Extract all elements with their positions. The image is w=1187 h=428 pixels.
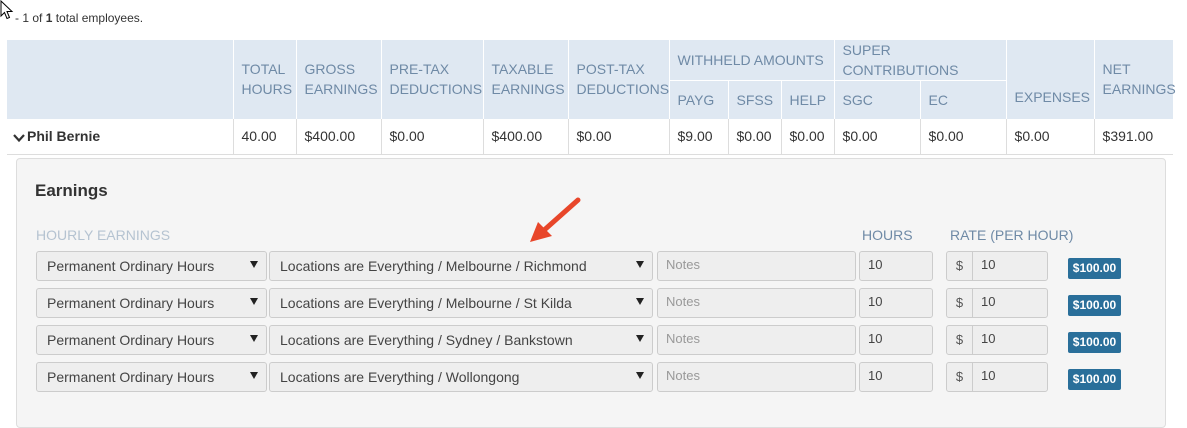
cell-pretax-deductions: $0.00 [380, 118, 483, 155]
caret-down-icon [250, 372, 258, 379]
rate-value: 10 [981, 294, 996, 309]
rate-input[interactable]: $10 [946, 362, 1048, 392]
employee-count: - 1 of 1 total employees. [15, 11, 143, 25]
currency-addon: $ [947, 326, 973, 354]
header-employee [7, 40, 233, 119]
notes-input[interactable]: Notes [657, 362, 856, 392]
currency-addon: $ [947, 363, 973, 391]
table-row: Phil Bernie 40.00 $400.00 $0.00 $400.00 … [7, 118, 1174, 155]
cell-help: $0.00 [780, 118, 835, 155]
hours-input[interactable]: 10 [859, 288, 933, 318]
hourly-earnings-label: HOURLY EARNINGS [36, 227, 171, 243]
header-total-hours: TOTAL HOURS [232, 40, 296, 119]
cell-posttax-deductions: $0.00 [567, 118, 669, 155]
red-arrow-icon [530, 197, 581, 242]
currency-addon: $ [947, 289, 973, 317]
header-group-super: SUPER CONTRIBUTIONS [833, 40, 1007, 81]
hours-input[interactable]: 10 [859, 325, 933, 355]
count-suffix: total employees. [52, 11, 144, 25]
rate-input[interactable]: $10 [946, 288, 1048, 318]
row-total-badge: $100.00 [1068, 258, 1121, 279]
location-select[interactable]: Locations are Everything / Melbourne / S… [269, 288, 653, 318]
count-prefix: - 1 of [15, 11, 46, 25]
cell-payg: $9.00 [668, 118, 728, 155]
caret-down-icon [250, 261, 258, 268]
rate-value: 10 [981, 257, 996, 272]
pay-run-summary-table: TOTAL HOURS GROSS EARNINGS PRE-TAX DEDUCTIO… [7, 40, 1176, 155]
row-total-badge: $100.00 [1068, 295, 1121, 316]
rate-value: 10 [981, 331, 996, 346]
cell-sgc: $0.00 [833, 118, 921, 155]
notes-input[interactable]: Notes [657, 251, 856, 281]
header-help: HELP [780, 80, 835, 119]
location-select[interactable]: Locations are Everything / Sydney / Bank… [269, 325, 653, 355]
caret-down-icon [636, 261, 644, 268]
rate-value: 10 [981, 368, 996, 383]
header-payg: PAYG [668, 80, 728, 119]
location-select[interactable]: Locations are Everything / Melbourne / R… [269, 251, 653, 281]
mouse-pointer-icon [0, 0, 14, 20]
chevron-down-icon [13, 133, 25, 142]
earnings-title: Earnings [35, 181, 108, 200]
caret-down-icon [636, 298, 644, 305]
earnings-row: Permanent Ordinary Hours Locations are E… [17, 251, 1167, 281]
earnings-row: Permanent Ordinary Hours Locations are E… [17, 288, 1167, 318]
cell-net-earnings: $391.00 [1093, 118, 1174, 155]
hours-input[interactable]: 10 [859, 362, 933, 392]
employee-name-toggle[interactable]: Phil Bernie [7, 118, 233, 155]
header-posttax-deductions: POST-TAX DEDUCTIONS [567, 40, 669, 119]
cell-gross-earnings: $400.00 [295, 118, 381, 155]
header-taxable-earnings: TAXABLE EARNINGS [482, 40, 568, 119]
pay-category-select[interactable]: Permanent Ordinary Hours [36, 362, 267, 392]
notes-input[interactable]: Notes [657, 325, 856, 355]
pay-category-select[interactable]: Permanent Ordinary Hours [36, 288, 267, 318]
cell-expenses: $0.00 [1005, 118, 1095, 155]
row-total-badge: $100.00 [1068, 332, 1121, 353]
currency-addon: $ [947, 252, 973, 280]
hours-input[interactable]: 10 [859, 251, 933, 281]
caret-down-icon [250, 298, 258, 305]
hours-label: HOURS [862, 227, 913, 243]
header-net-earnings: NET EARNINGS [1093, 40, 1176, 119]
pay-category-select[interactable]: Permanent Ordinary Hours [36, 251, 267, 281]
rate-input[interactable]: $10 [946, 325, 1048, 355]
caret-down-icon [636, 335, 644, 342]
earnings-row: Permanent Ordinary Hours Locations are E… [17, 362, 1167, 392]
caret-down-icon [250, 335, 258, 342]
header-expenses: EXPENSES [1005, 40, 1095, 119]
header-group-withheld: WITHHELD AMOUNTS [668, 40, 835, 81]
rate-label: RATE (PER HOUR) [950, 227, 1074, 243]
employee-name: Phil Bernie [27, 128, 101, 145]
caret-down-icon [636, 372, 644, 379]
header-sgc: SGC [833, 80, 921, 119]
header-gross-earnings: GROSS EARNINGS [295, 40, 381, 119]
header-pretax-deductions: PRE-TAX DEDUCTIONS [380, 40, 483, 119]
earnings-row: Permanent Ordinary Hours Locations are E… [17, 325, 1167, 355]
cell-sfss: $0.00 [727, 118, 781, 155]
header-ec: EC [919, 80, 1007, 119]
location-select[interactable]: Locations are Everything / Wollongong [269, 362, 653, 392]
earnings-panel: Earnings HOURLY EARNINGS HOURS RATE (PER… [16, 158, 1166, 428]
notes-input[interactable]: Notes [657, 288, 856, 318]
pay-category-select[interactable]: Permanent Ordinary Hours [36, 325, 267, 355]
cell-total-hours: 40.00 [232, 118, 296, 155]
cell-taxable-earnings: $400.00 [482, 118, 568, 155]
rate-input[interactable]: $10 [946, 251, 1048, 281]
header-sfss: SFSS [727, 80, 781, 119]
row-total-badge: $100.00 [1068, 369, 1121, 390]
cell-ec: $0.00 [919, 118, 1007, 155]
